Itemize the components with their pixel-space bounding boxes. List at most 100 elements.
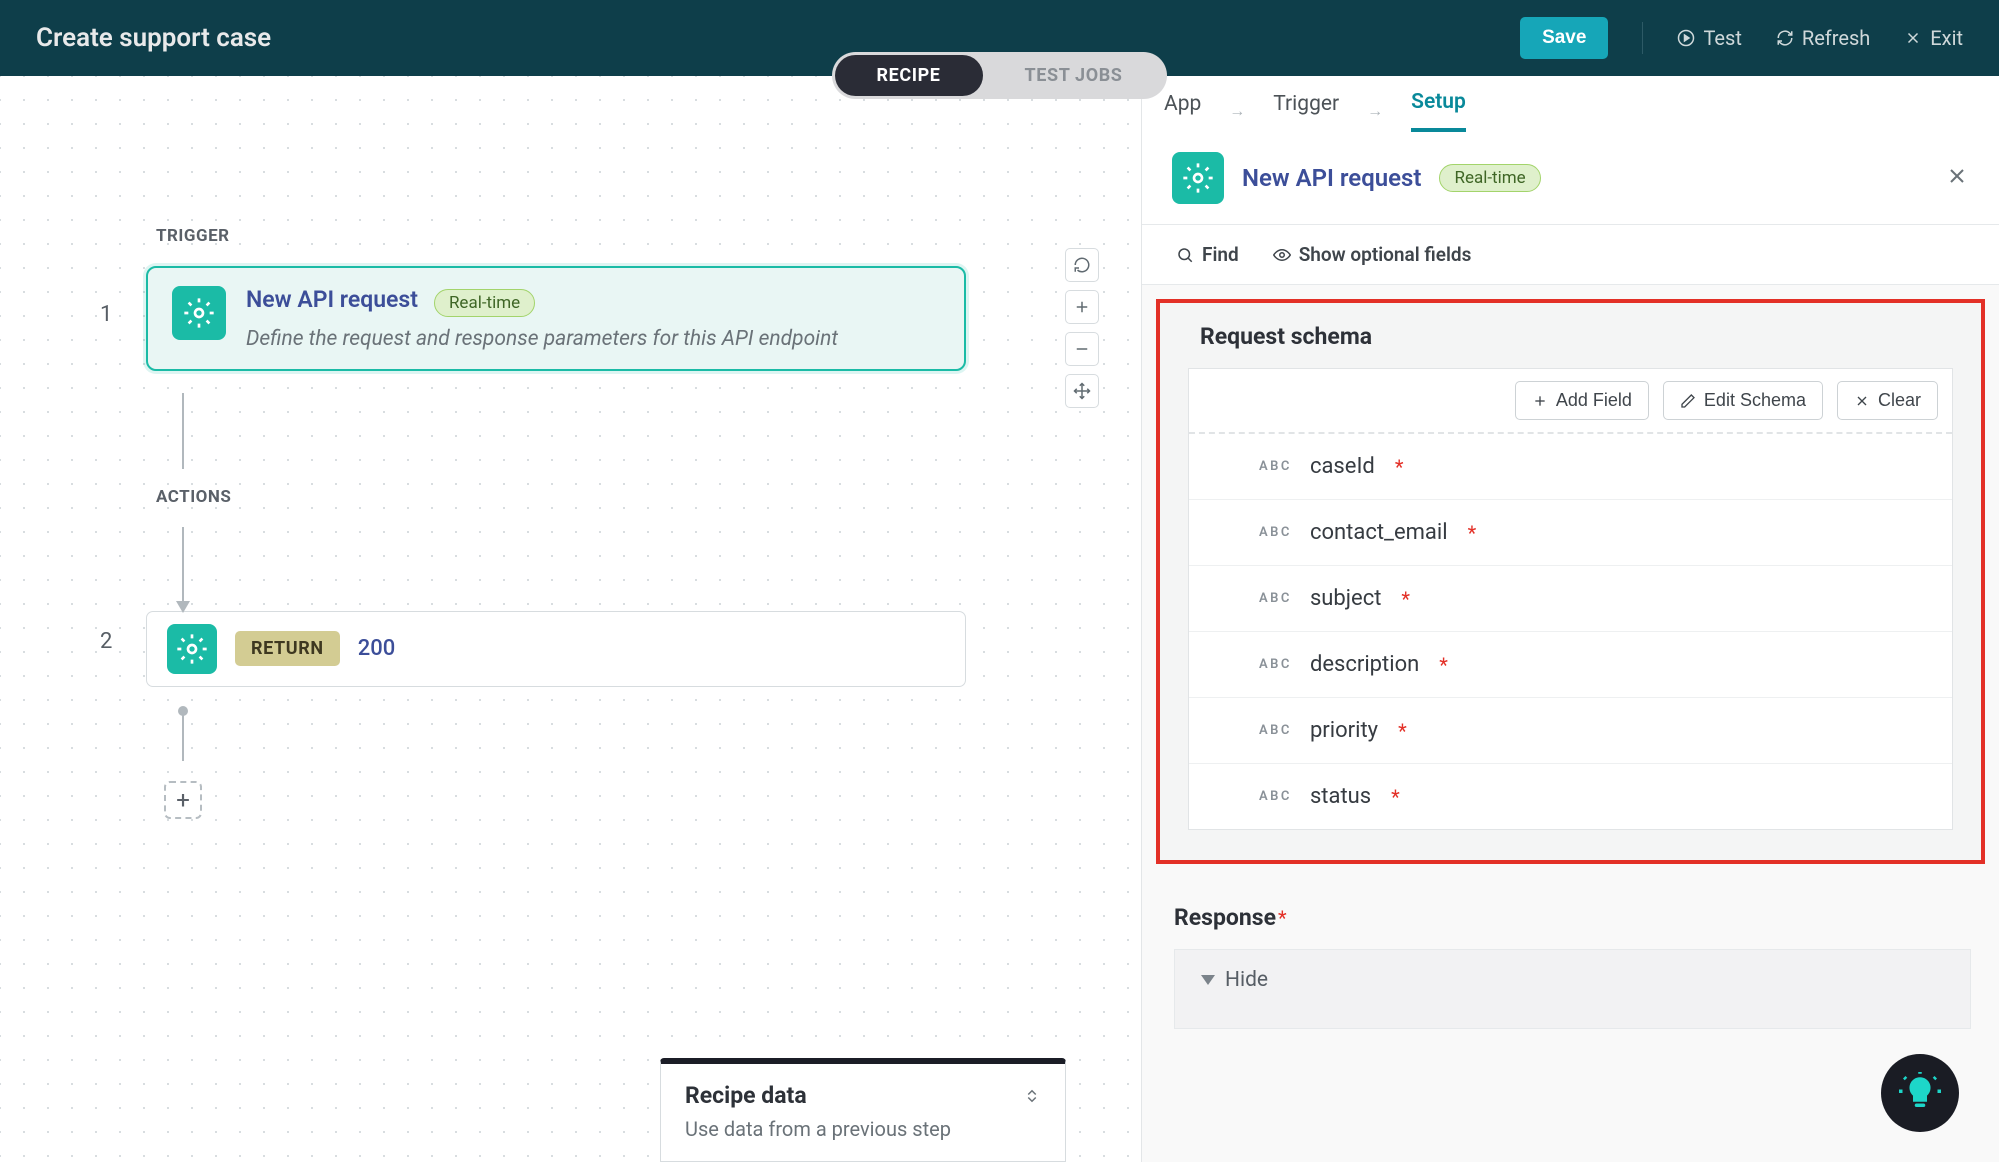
add-step-button[interactable]: + (164, 781, 202, 819)
test-button[interactable]: Test (1677, 26, 1741, 50)
chevron-right-icon: → (1367, 101, 1383, 121)
api-gear-icon (1172, 152, 1224, 204)
schema-field-row[interactable]: ABCpriority* (1189, 698, 1952, 764)
plus-icon (1073, 298, 1091, 316)
schema-field-row[interactable]: ABC contact_email * (1189, 500, 1952, 566)
edit-schema-button[interactable]: Edit Schema (1663, 381, 1823, 420)
add-field-label: Add Field (1556, 390, 1632, 411)
page-title: Create support case (36, 23, 271, 53)
save-button[interactable]: Save (1520, 17, 1608, 59)
arrow-down-icon (176, 601, 190, 613)
fit-button[interactable] (1065, 374, 1099, 408)
canvas-tools (1065, 248, 1099, 408)
chevron-right-icon: → (1229, 101, 1245, 121)
schema-field-row[interactable]: ABCdescription* (1189, 632, 1952, 698)
find-label: Find (1202, 243, 1239, 266)
field-type-badge: ABC (1259, 525, 1292, 540)
zoom-in-button[interactable] (1065, 290, 1099, 324)
trigger-card[interactable]: New API request Real-time Define the req… (146, 266, 966, 371)
panel-tab-setup[interactable]: Setup (1411, 90, 1466, 132)
field-name: caseId (1310, 454, 1375, 479)
action-card[interactable]: RETURN 200 (146, 611, 966, 687)
return-value: 200 (358, 636, 396, 661)
topbar-actions: Save Test Refresh Exit (1520, 17, 1963, 59)
close-icon (1945, 164, 1969, 188)
connector-line (182, 393, 184, 469)
api-gear-icon (167, 624, 217, 674)
field-name: description (1310, 652, 1419, 677)
undo-icon (1073, 256, 1091, 274)
schema-actions: Add Field Edit Schema Clear (1189, 368, 1952, 434)
exit-button[interactable]: Exit (1904, 26, 1963, 50)
required-star: * (1391, 785, 1400, 809)
panel-breadcrumb: App → Trigger → Setup (1142, 76, 1999, 132)
connector-line-2 (182, 527, 184, 611)
lightbulb-icon (1899, 1072, 1941, 1114)
step-1-row: 1 New API request Real-time Define the r… (100, 266, 1141, 371)
add-field-button[interactable]: Add Field (1515, 381, 1649, 420)
panel-header-title: New API request (1242, 164, 1421, 192)
move-icon (1073, 382, 1091, 400)
request-schema-box: Request schema Add Field Edit Schema (1156, 299, 1985, 864)
trigger-card-body: New API request Real-time Define the req… (246, 286, 838, 351)
search-icon (1176, 246, 1194, 264)
field-name: status (1310, 784, 1371, 809)
help-fab[interactable] (1881, 1054, 1959, 1132)
test-label: Test (1703, 26, 1741, 50)
refresh-button[interactable]: Refresh (1776, 26, 1870, 50)
actions-section-label: ACTIONS (156, 487, 1141, 507)
tab-recipe[interactable]: RECIPE (835, 55, 983, 96)
schema-field-row[interactable]: ABCcaseId* (1189, 434, 1952, 500)
field-type-badge: ABC (1259, 789, 1292, 804)
required-star: * (1439, 653, 1448, 677)
step-2-number: 2 (100, 611, 122, 654)
refresh-label: Refresh (1802, 26, 1870, 50)
hide-label: Hide (1225, 968, 1268, 992)
close-panel-button[interactable] (1945, 164, 1969, 192)
panel-tab-app[interactable]: App (1164, 92, 1201, 130)
plus-icon (1532, 393, 1548, 409)
trigger-card-title: New API request (246, 286, 418, 313)
clear-button[interactable]: Clear (1837, 381, 1938, 420)
field-type-badge: ABC (1259, 591, 1292, 606)
field-type-badge: ABC (1259, 459, 1292, 474)
expand-icon[interactable] (1023, 1087, 1041, 1105)
response-title: Response (1174, 904, 1276, 931)
field-type-badge: ABC (1259, 723, 1292, 738)
refresh-icon (1776, 29, 1794, 47)
response-panel: Hide (1174, 949, 1971, 1029)
realtime-badge: Real-time (434, 289, 535, 317)
field-name: subject (1310, 586, 1381, 611)
schema-field-row[interactable]: ABC status * (1189, 764, 1952, 829)
schema-title: Request schema (1200, 323, 1955, 350)
required-star: * (1468, 521, 1477, 545)
show-optional-button[interactable]: Show optional fields (1273, 243, 1472, 266)
show-optional-label: Show optional fields (1299, 243, 1472, 266)
tab-test-jobs[interactable]: TEST JOBS (983, 55, 1165, 96)
exit-label: Exit (1930, 26, 1963, 50)
field-list: ABCcaseId*ABCcontact_email*ABCsubject*AB… (1189, 434, 1952, 829)
api-gear-icon (172, 286, 226, 340)
close-icon (1904, 29, 1922, 47)
panel-body: Request schema Add Field Edit Schema (1142, 285, 1999, 1162)
panel-tab-trigger[interactable]: Trigger (1273, 92, 1339, 130)
zoom-out-button[interactable] (1065, 332, 1099, 366)
field-name: contact_email (1310, 520, 1448, 545)
undo-button[interactable] (1065, 248, 1099, 282)
required-star: * (1278, 906, 1287, 930)
schema-field-row[interactable]: ABC subject * (1189, 566, 1952, 632)
trigger-section-label: TRIGGER (156, 226, 1141, 246)
close-icon (1854, 393, 1870, 409)
field-name: priority (1310, 718, 1378, 743)
connector-dot (182, 709, 184, 761)
pencil-icon (1680, 393, 1696, 409)
hide-toggle[interactable]: Hide (1201, 968, 1268, 992)
trigger-card-desc: Define the request and response paramete… (246, 327, 838, 351)
recipe-data-panel[interactable]: Recipe data Use data from a previous ste… (660, 1058, 1066, 1162)
find-button[interactable]: Find (1176, 243, 1239, 266)
clear-label: Clear (1878, 390, 1921, 411)
minus-icon (1073, 340, 1091, 358)
panel-toolbar: Find Show optional fields (1142, 225, 1999, 285)
realtime-badge: Real-time (1439, 164, 1540, 192)
required-star: * (1401, 587, 1410, 611)
